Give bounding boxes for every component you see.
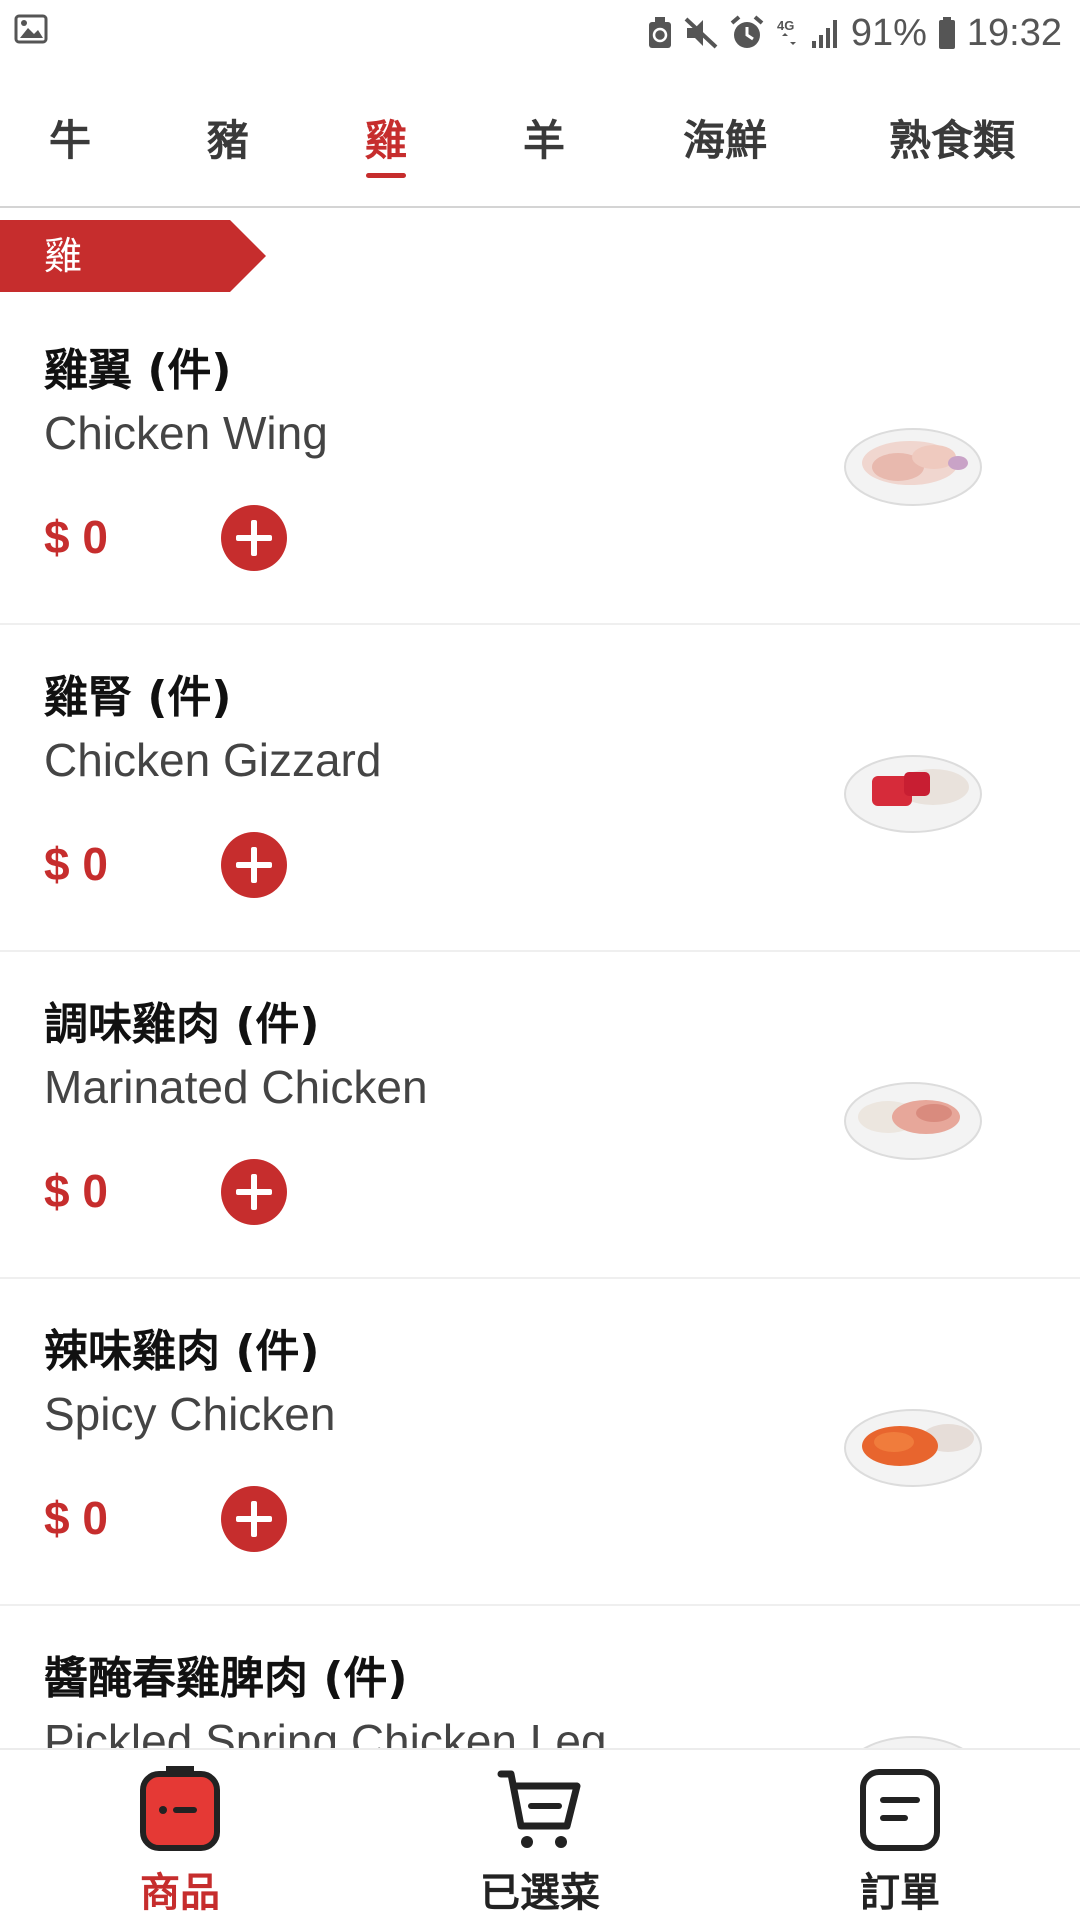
tab-label: 雞 <box>364 115 407 165</box>
tab-label: 熟食類 <box>888 115 1015 165</box>
tab-label: 牛 <box>48 115 91 165</box>
add-button[interactable] <box>221 505 287 571</box>
marinated-chicken-image <box>844 1082 982 1160</box>
tab-chicken[interactable]: 雞 <box>336 66 436 208</box>
item-name-en: Pickled Spring Chicken Leg <box>44 1715 607 1748</box>
mute-icon <box>684 17 718 49</box>
list-item[interactable]: 調味雞肉 (件) Marinated Chicken $ 0 <box>0 954 1080 1279</box>
add-button[interactable] <box>221 1486 287 1552</box>
ribbon-shape <box>0 220 266 292</box>
battery-percent: 91% <box>850 11 927 54</box>
item-name-en: Marinated Chicken <box>44 1061 428 1113</box>
tab-cooked-food[interactable]: 熟食類 <box>862 66 1042 208</box>
item-name-en: Chicken Wing <box>44 407 328 459</box>
cart-icon <box>497 1770 581 1848</box>
status-bar: 4G 91% 19:32 <box>0 0 1080 66</box>
tab-pork[interactable]: 豬 <box>178 66 278 208</box>
signal-icon <box>811 20 837 48</box>
add-button[interactable] <box>221 832 287 898</box>
clock: 19:32 <box>966 11 1062 54</box>
alarm-icon <box>730 15 764 48</box>
nav-label: 商品 <box>140 1870 220 1916</box>
item-name-en: Chicken Gizzard <box>44 734 382 786</box>
chicken-wing-image <box>844 428 982 506</box>
item-name-en: Spicy Chicken <box>44 1388 336 1440</box>
status-icons: 4G 91% 19:32 <box>647 0 1062 66</box>
recycle-icon <box>648 17 671 48</box>
nav-selected-dishes[interactable]: 已選菜 <box>440 1750 640 1922</box>
orders-icon <box>860 1769 940 1851</box>
item-price: $ 0 <box>44 838 108 890</box>
network-4g-icon: 4G <box>777 18 796 45</box>
chicken-gizzard-image <box>844 755 982 833</box>
bottom-navigation: 商品 已選菜 訂單 <box>0 1748 1080 1920</box>
tab-beef[interactable]: 牛 <box>20 66 120 208</box>
tab-label: 豬 <box>206 115 249 165</box>
nav-label: 已選菜 <box>480 1870 600 1916</box>
tab-seafood[interactable]: 海鮮 <box>660 66 790 208</box>
tab-label: 海鮮 <box>682 115 767 165</box>
active-tab-indicator <box>366 173 406 178</box>
item-name-zh: 調味雞肉 (件) <box>44 999 320 1050</box>
item-price: $ 0 <box>44 1165 108 1217</box>
add-button[interactable] <box>221 1159 287 1225</box>
network-label: 4G <box>777 18 794 33</box>
item-price: $ 0 <box>44 511 108 563</box>
products-icon <box>140 1766 220 1851</box>
nav-products[interactable]: 商品 <box>80 1750 280 1922</box>
item-name-zh: 醬醃春雞脾肉 (件) <box>44 1653 408 1704</box>
pickled-chicken-leg-image <box>863 1736 963 1748</box>
battery-icon <box>938 17 955 49</box>
item-name-zh: 辣味雞肉 (件) <box>44 1326 320 1377</box>
nav-label: 訂單 <box>860 1870 940 1916</box>
item-name-zh: 雞翼 (件) <box>44 345 232 396</box>
nav-orders[interactable]: 訂單 <box>800 1750 1000 1922</box>
list-item[interactable]: 醬醃春雞脾肉 (件) Pickled Spring Chicken Leg $ … <box>0 1608 1080 1748</box>
product-list[interactable]: 雞翼 (件) Chicken Wing $ 0 雞腎 (件) Chicken G… <box>0 300 1080 1748</box>
list-item[interactable]: 雞翼 (件) Chicken Wing $ 0 <box>0 300 1080 625</box>
section-title: 雞 <box>44 234 83 278</box>
list-item[interactable]: 雞腎 (件) Chicken Gizzard $ 0 <box>0 627 1080 952</box>
spicy-chicken-image <box>844 1409 982 1487</box>
list-item[interactable]: 辣味雞肉 (件) Spicy Chicken $ 0 <box>0 1281 1080 1606</box>
gallery-icon <box>14 14 48 44</box>
tab-label: 羊 <box>522 115 565 165</box>
item-price: $ 0 <box>44 1492 108 1544</box>
category-tabs: 牛 豬 雞 羊 海鮮 熟食類 <box>0 66 1080 208</box>
tab-lamb[interactable]: 羊 <box>494 66 594 208</box>
item-name-zh: 雞腎 (件) <box>44 672 232 723</box>
